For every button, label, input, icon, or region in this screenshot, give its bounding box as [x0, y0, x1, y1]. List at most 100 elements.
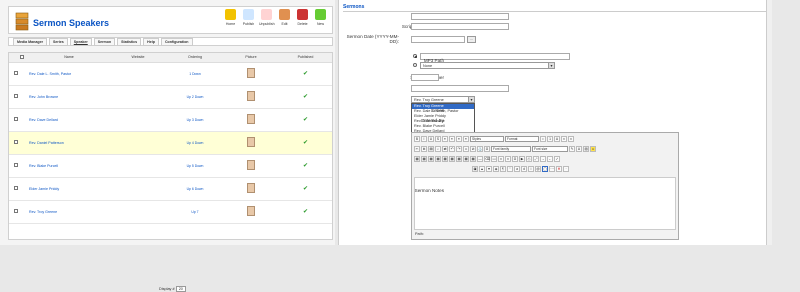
col-name[interactable]: Name: [29, 53, 109, 63]
attribs-icon[interactable]: @: [535, 166, 541, 172]
submenu-sermon[interactable]: Sermon: [93, 37, 116, 46]
published-check-icon[interactable]: ✔: [303, 186, 308, 192]
del-icon[interactable]: d: [521, 166, 527, 172]
toolbar-publish-button[interactable]: Publish: [241, 9, 256, 26]
speaker-name-link[interactable]: Rev. Daniel Patterson: [29, 131, 109, 155]
abbr-icon[interactable]: a: [514, 166, 520, 172]
char-map-icon[interactable]: Ω: [512, 156, 518, 162]
insert-row-icon[interactable]: ▦: [435, 156, 441, 162]
time-input[interactable]: [411, 85, 509, 92]
visual-aid-icon[interactable]: ▭: [491, 156, 497, 162]
undo-icon[interactable]: ↶: [449, 146, 455, 152]
justify-icon[interactable]: ≡: [463, 136, 469, 142]
split-icon[interactable]: ▦: [470, 156, 476, 162]
speaker-name-link[interactable]: Rev. Dale L. Smith, Pastor: [29, 62, 109, 86]
backward-icon[interactable]: ▼: [486, 166, 492, 172]
copy-icon[interactable]: ⧉: [421, 146, 427, 152]
font-size-select[interactable]: Font size: [532, 146, 568, 152]
italic-icon[interactable]: I: [421, 136, 427, 142]
sermon-number-input[interactable]: [411, 74, 439, 81]
anchor-icon[interactable]: ⚓: [477, 146, 483, 152]
spellcheck-icon[interactable]: ✓: [554, 156, 560, 162]
speaker-name-link[interactable]: Rev. Dave Dellard: [29, 108, 109, 132]
display-count-select[interactable]: 20: [175, 286, 186, 292]
strikethrough-icon[interactable]: S: [435, 136, 441, 142]
submenu-configuration[interactable]: Configuration: [160, 37, 193, 46]
submenu-statistics[interactable]: Statistics: [117, 37, 142, 46]
published-check-icon[interactable]: ✔: [303, 140, 308, 146]
mp3-select-radio[interactable]: [413, 63, 417, 67]
link-icon[interactable]: ∞: [463, 146, 469, 152]
col-picture[interactable]: Picture: [223, 53, 279, 63]
table-icon[interactable]: ▦: [414, 156, 420, 162]
published-check-icon[interactable]: ✔: [303, 117, 308, 123]
ordering-links[interactable]: Up 3 Down: [187, 118, 204, 122]
row-checkbox[interactable]: [14, 117, 18, 121]
delete-col-icon[interactable]: ▦: [456, 156, 462, 162]
ordering-links[interactable]: 1 Down: [189, 72, 201, 76]
paste-icon[interactable]: ▤: [428, 146, 434, 152]
bullet-list-icon[interactable]: •: [540, 136, 546, 142]
superscript-icon[interactable]: x: [568, 136, 574, 142]
subscript-icon[interactable]: x: [561, 136, 567, 142]
row-checkbox[interactable]: [14, 71, 18, 75]
date-picker-button[interactable]: ...: [467, 36, 476, 43]
submenu-media-manager[interactable]: Media Manager: [13, 37, 47, 46]
speaker-select[interactable]: Rev. Troy Greene ▾: [411, 96, 475, 103]
html-source-icon[interactable]: H: [556, 166, 562, 172]
ordering-links[interactable]: Up 5 Down: [187, 164, 204, 168]
insert-col-icon[interactable]: ▦: [449, 156, 455, 162]
select-all-checkbox[interactable]: [19, 54, 24, 59]
nonbreaking-icon[interactable]: ·: [563, 166, 569, 172]
row-checkbox[interactable]: [14, 186, 18, 190]
hr-icon[interactable]: —: [477, 156, 483, 162]
submenu-series[interactable]: Series: [48, 37, 68, 46]
text-color-icon[interactable]: A: [554, 136, 560, 142]
sermon-title-input[interactable]: [411, 13, 509, 20]
ordering-links[interactable]: Up 7: [191, 210, 198, 214]
published-check-icon[interactable]: ✔: [303, 209, 308, 215]
row-checkbox[interactable]: [14, 209, 18, 213]
font-family-select[interactable]: Font family: [491, 146, 531, 152]
mp3-file-select[interactable]: None ▾: [420, 62, 555, 69]
submenu-help[interactable]: Help: [143, 37, 159, 46]
cell-props-icon[interactable]: ▦: [428, 156, 434, 162]
col-website[interactable]: Website: [109, 53, 167, 63]
styleprops-icon[interactable]: ¶: [500, 166, 506, 172]
toolbar-new-button[interactable]: New: [313, 9, 328, 26]
insert-layer-icon[interactable]: ▣: [472, 166, 478, 172]
sermon-date-input[interactable]: [411, 36, 465, 43]
col-ordering[interactable]: Ordering: [167, 53, 223, 63]
rtl-icon[interactable]: ←: [547, 156, 553, 162]
special-char-icon[interactable]: Ω: [484, 146, 490, 152]
find-icon[interactable]: ⌕: [435, 146, 441, 152]
delete-row-icon[interactable]: ▦: [442, 156, 448, 162]
toolbar-unpublish-button[interactable]: Unpublish: [259, 9, 275, 26]
sup-icon[interactable]: x: [505, 156, 511, 162]
align-right-icon[interactable]: ≡: [456, 136, 462, 142]
forecolor-icon[interactable]: A: [576, 146, 582, 152]
pagebreak-icon[interactable]: ⋯: [549, 166, 555, 172]
speaker-name-link[interactable]: Elder Jamie Priddy: [29, 177, 109, 201]
toolbar-edit-button[interactable]: Edit: [277, 9, 292, 26]
sub-icon[interactable]: x: [498, 156, 504, 162]
image-icon[interactable]: ▨: [583, 146, 589, 152]
scripture-input[interactable]: [411, 23, 509, 30]
underline-icon[interactable]: U: [428, 136, 434, 142]
toolbar-home-button[interactable]: Home: [223, 9, 238, 26]
replace-icon[interactable]: ⇄: [442, 146, 448, 152]
ltr-icon[interactable]: →: [540, 156, 546, 162]
row-props-icon[interactable]: ▦: [421, 156, 427, 162]
remove-format-icon[interactable]: ⌫: [484, 156, 490, 162]
toolbar-delete-button[interactable]: Delete: [295, 9, 310, 26]
speaker-name-link[interactable]: Rev. Troy Greene: [29, 200, 109, 224]
speaker-name-link[interactable]: Rev. Blake Purcell: [29, 154, 109, 178]
mp3-url-radio[interactable]: [413, 54, 417, 58]
emoticon-icon[interactable]: ☺: [590, 146, 596, 152]
published-check-icon[interactable]: ✔: [303, 94, 308, 100]
row-checkbox[interactable]: [14, 140, 18, 144]
align-center-icon[interactable]: ≡: [449, 136, 455, 142]
fullscreen-icon[interactable]: ⤢: [533, 156, 539, 162]
ins-icon[interactable]: i: [528, 166, 534, 172]
col-published[interactable]: Published: [279, 53, 332, 63]
